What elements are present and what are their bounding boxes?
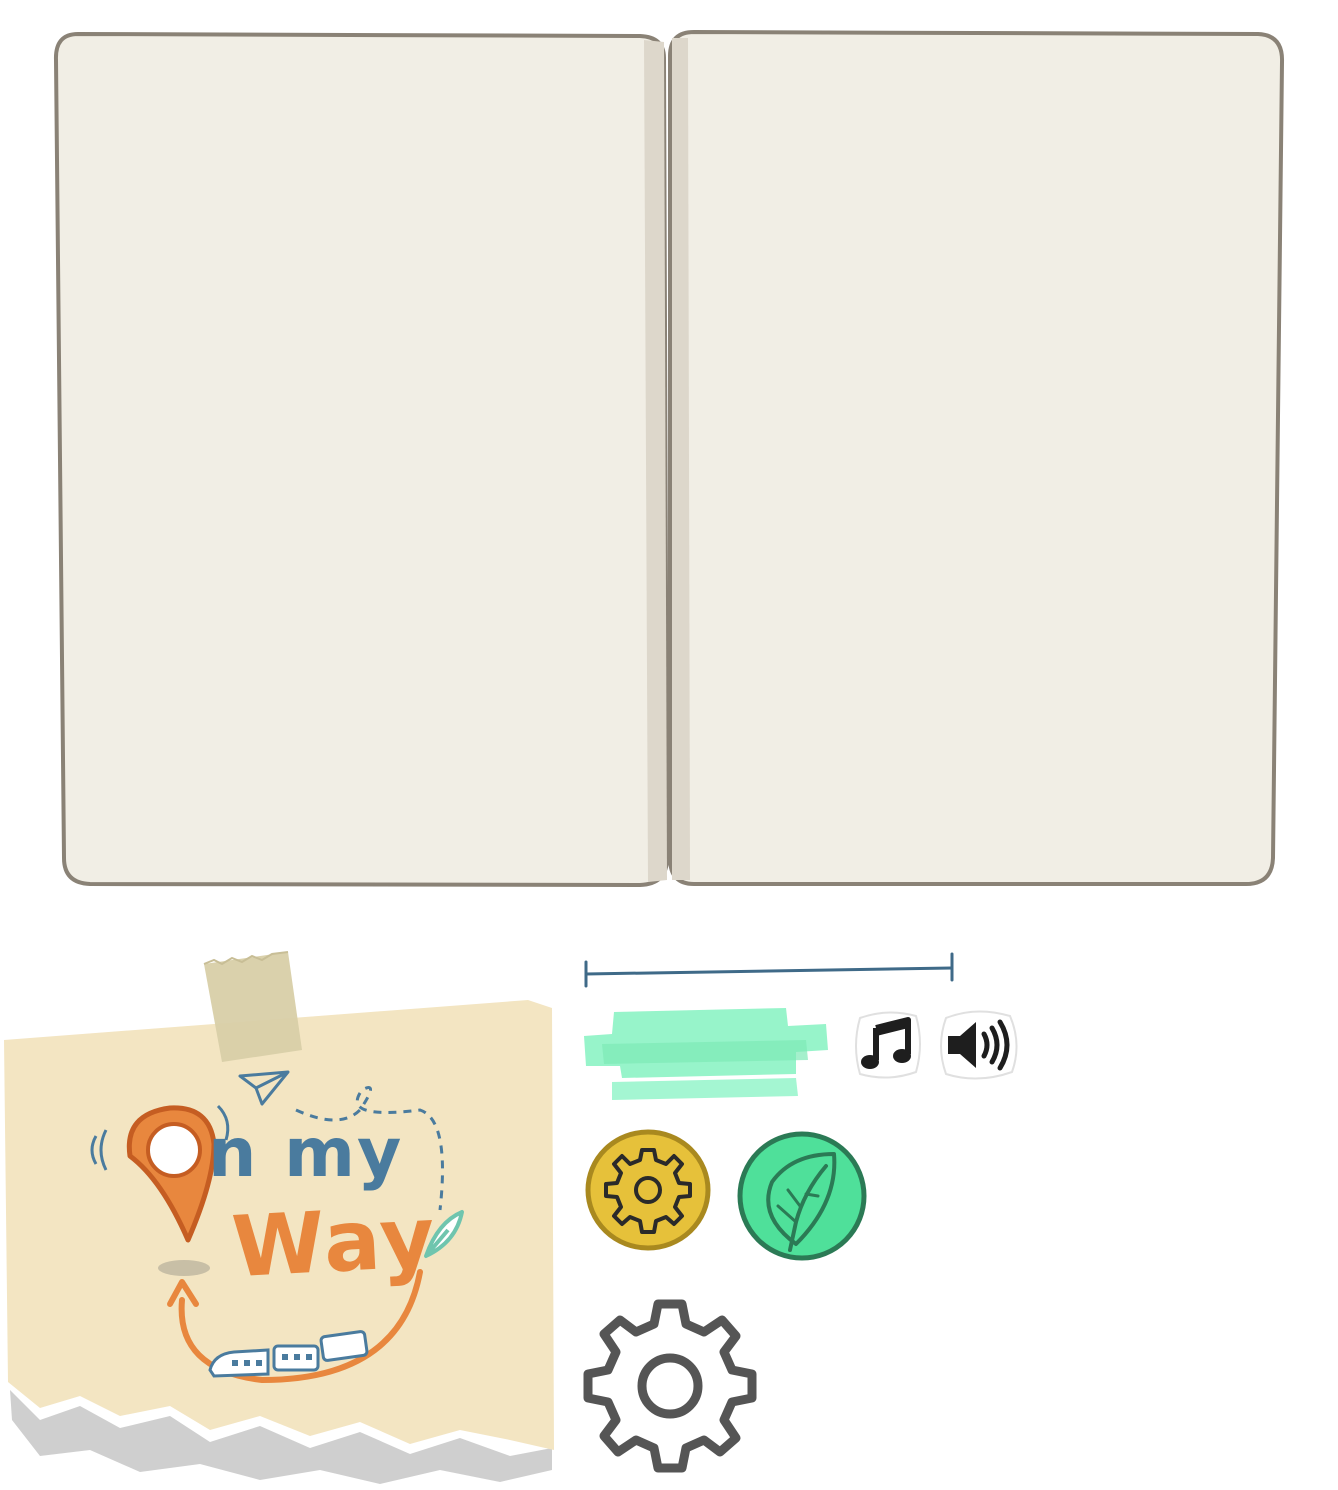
nature-button[interactable] <box>737 1131 868 1261</box>
logo-line2: Way <box>229 1187 439 1297</box>
slider-fill[interactable] <box>582 1004 832 1100</box>
speaker-volume-icon <box>940 1010 1018 1080</box>
title-note: n my Way <box>0 950 560 1490</box>
book-left-spine <box>644 40 667 882</box>
book-right-spine <box>672 38 690 880</box>
settings-button-large[interactable] <box>582 1299 758 1473</box>
logo-line1: n my <box>208 1114 404 1193</box>
slider-track[interactable] <box>584 948 956 988</box>
music-note-icon <box>855 1011 921 1079</box>
book-left-page <box>53 32 669 887</box>
gear-icon <box>583 1299 757 1473</box>
music-button[interactable] <box>852 1008 924 1080</box>
sound-button[interactable] <box>936 1006 1020 1082</box>
open-book <box>0 0 1338 900</box>
book-right-page <box>668 30 1285 886</box>
settings-button-yellow[interactable] <box>584 1128 712 1252</box>
